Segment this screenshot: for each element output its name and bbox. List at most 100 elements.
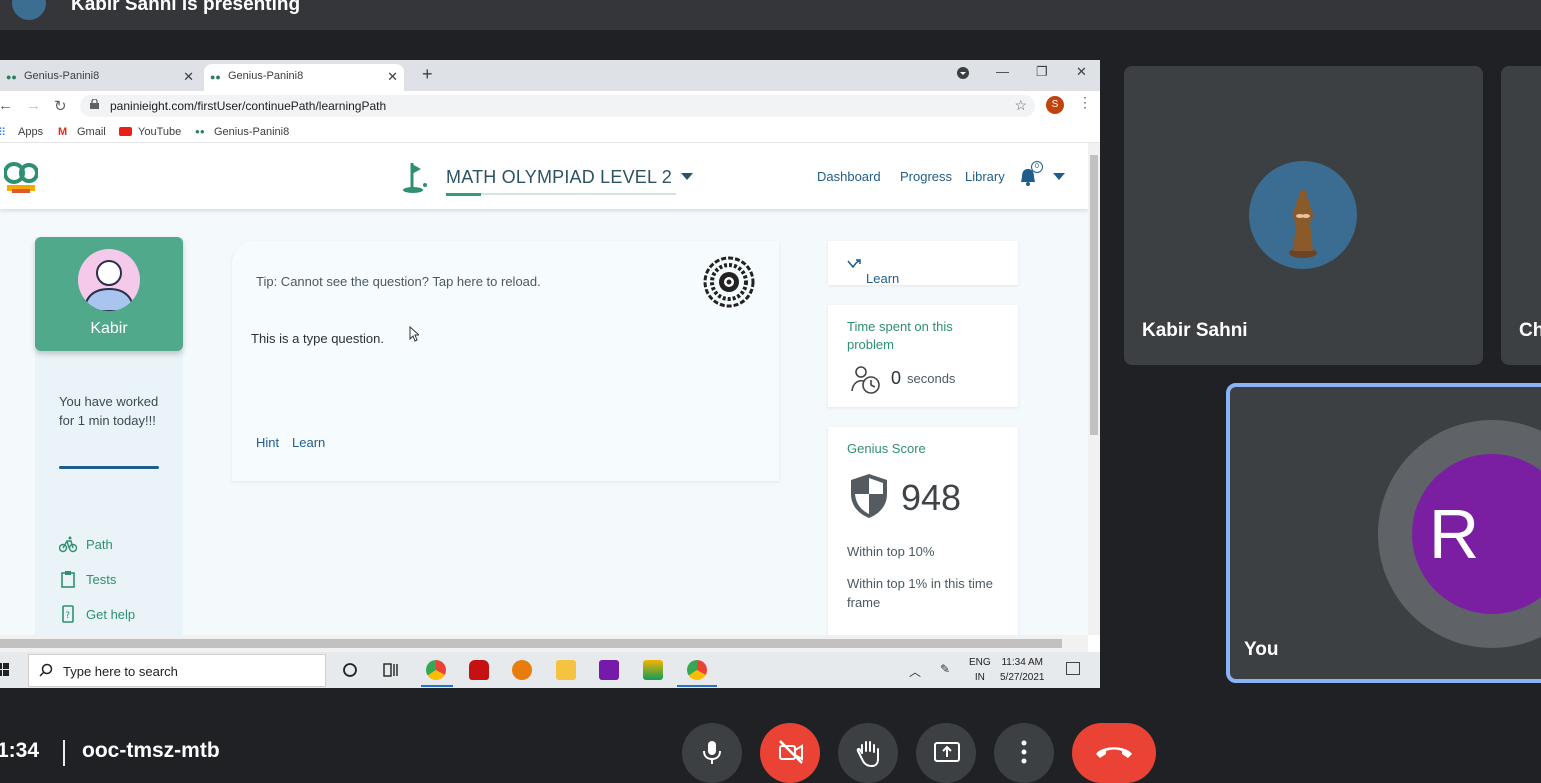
- nav-progress[interactable]: Progress: [900, 169, 952, 184]
- language-code: ENG: [969, 657, 991, 668]
- youtube-icon: [119, 127, 132, 136]
- notification-count-badge: 0: [1031, 161, 1043, 173]
- onenote-icon[interactable]: [599, 660, 619, 680]
- participant-tile-kabir[interactable]: Kabir Sahni: [1124, 66, 1483, 365]
- work-time-text: You have worked for 1 min today!!!: [59, 394, 159, 428]
- rank-overall: Within top 10%: [847, 544, 935, 559]
- notification-center-icon[interactable]: [1066, 662, 1080, 675]
- language-indicator[interactable]: ENG IN: [969, 655, 991, 685]
- question-text: This is a type question.: [251, 331, 384, 346]
- hint-link[interactable]: Hint: [256, 435, 279, 450]
- course-selector[interactable]: MATH OLYMPIAD LEVEL 2: [446, 167, 694, 188]
- file-explorer-icon[interactable]: [556, 660, 576, 680]
- tab-title: Genius-Panini8: [24, 70, 100, 82]
- active-app-indicator: [677, 685, 717, 687]
- new-tab-button[interactable]: +: [422, 64, 433, 85]
- tab-search-icon[interactable]: [956, 66, 970, 83]
- url-input[interactable]: paninieight.com/firstUser/continuePath/l…: [80, 95, 1035, 117]
- task-view-icon[interactable]: [381, 660, 401, 680]
- participant-tile-partial[interactable]: Ch: [1501, 66, 1541, 365]
- meeting-code: ooc-tmsz-mtb: [82, 739, 220, 762]
- more-options-button[interactable]: [994, 723, 1054, 783]
- user-profile-card[interactable]: Kabir: [35, 237, 183, 351]
- tray-expand-icon[interactable]: ︿: [909, 663, 921, 680]
- meeting-clock: 1:34: [0, 739, 40, 762]
- site-header: MATH OLYMPIAD LEVEL 2 Dashboard Progress…: [0, 143, 1088, 209]
- vertical-scrollbar[interactable]: [1088, 143, 1100, 635]
- chrome-icon[interactable]: [426, 660, 446, 680]
- browser-tab-strip: ●● Genius-Panini8 ✕ ●● Genius-Panini8 ✕ …: [0, 60, 1100, 91]
- restore-icon[interactable]: ❐: [1036, 64, 1048, 80]
- microphone-button[interactable]: [682, 723, 742, 783]
- close-tab-icon[interactable]: ✕: [387, 69, 398, 85]
- bookmark-apps[interactable]: Apps: [18, 126, 43, 138]
- participant-name: You: [1244, 639, 1279, 660]
- search-placeholder: Type here to search: [63, 664, 178, 679]
- horizontal-scrollbar[interactable]: [0, 635, 1088, 652]
- sidebar-item-label: Get help: [86, 607, 136, 622]
- minimize-icon[interactable]: —: [996, 64, 1009, 79]
- forward-icon[interactable]: →: [26, 97, 41, 114]
- scroll-thumb[interactable]: [1090, 155, 1098, 435]
- site-favicon-icon: ●●: [6, 72, 17, 82]
- leave-call-button[interactable]: [1072, 723, 1156, 783]
- browser-tab-active[interactable]: ●● Genius-Panini8 ✕: [204, 64, 404, 91]
- time-spent-title: Time spent on this problem: [847, 319, 953, 352]
- reload-icon[interactable]: ↻: [54, 97, 67, 115]
- rank-timeframe: Within top 1% in this time frame: [847, 576, 993, 610]
- bookmark-star-icon[interactable]: ☆: [1014, 97, 1027, 114]
- present-screen-button[interactable]: [916, 723, 976, 783]
- svg-text:?: ?: [65, 611, 70, 621]
- site-favicon-icon: ●●: [210, 72, 221, 82]
- nav-dashboard[interactable]: Dashboard: [817, 169, 881, 184]
- cortana-icon[interactable]: [340, 660, 360, 680]
- browser-tab[interactable]: ●● Genius-Panini8 ✕: [0, 64, 200, 91]
- chrome-profile-icon[interactable]: [687, 660, 707, 680]
- presenter-avatar: [12, 0, 46, 20]
- user-silhouette-icon: [82, 260, 136, 311]
- trend-arrow-icon: [847, 259, 861, 269]
- mandala-icon: [703, 256, 755, 308]
- course-progress-fill: [446, 193, 481, 196]
- browser-menu-icon[interactable]: ⋮: [1078, 94, 1092, 111]
- bookmark-youtube[interactable]: YouTube: [138, 126, 181, 138]
- among-us-icon[interactable]: [469, 660, 489, 680]
- participant-avatar: [1249, 161, 1357, 269]
- golf-flag-icon: [403, 163, 427, 193]
- participant-tile-you[interactable]: R You: [1226, 383, 1541, 683]
- close-tab-icon[interactable]: ✕: [183, 69, 194, 85]
- more-vertical-icon: [1021, 740, 1027, 764]
- blender-icon[interactable]: [512, 660, 532, 680]
- work-progress-bar: [59, 466, 159, 469]
- raise-hand-button[interactable]: [838, 723, 898, 783]
- camera-button[interactable]: [760, 723, 820, 783]
- nav-library[interactable]: Library: [965, 169, 1005, 184]
- chevron-down-icon: [681, 173, 694, 180]
- back-icon[interactable]: ←: [0, 97, 13, 114]
- user-menu-chevron-icon[interactable]: [1053, 173, 1065, 180]
- bookmarks-bar: ⠿ Apps M Gmail YouTube ●● Genius-Panini8: [0, 121, 1100, 143]
- taskbar-search-input[interactable]: Type here to search: [28, 654, 326, 687]
- learn-link[interactable]: Learn: [292, 435, 325, 450]
- bookmark-genius-panini8[interactable]: Genius-Panini8: [214, 126, 289, 138]
- close-window-icon[interactable]: ✕: [1076, 64, 1087, 80]
- help-icon: ?: [62, 605, 74, 623]
- active-app-indicator: [421, 685, 453, 687]
- time-spent-unit: seconds: [907, 371, 956, 386]
- learn-card[interactable]: Learn: [828, 241, 1018, 286]
- windows-start-icon[interactable]: [0, 663, 10, 677]
- genius-logo[interactable]: [4, 159, 38, 197]
- scroll-thumb[interactable]: [0, 639, 1062, 648]
- present-screen-icon: [934, 742, 960, 762]
- address-bar: ← → ↻ paninieight.com/firstUser/continue…: [0, 91, 1100, 121]
- chess-bishop-icon: [1289, 190, 1317, 258]
- bluestacks-icon[interactable]: [643, 660, 663, 680]
- reload-tip[interactable]: Tip: Cannot see the question? Tap here t…: [256, 274, 541, 289]
- browser-profile-avatar[interactable]: S: [1046, 96, 1064, 114]
- camera-off-icon: [779, 740, 803, 764]
- bookmark-gmail[interactable]: Gmail: [77, 126, 106, 138]
- taskbar-clock[interactable]: 11:34 AM 5/27/2021: [1000, 655, 1045, 685]
- pen-icon[interactable]: ✎: [940, 662, 950, 676]
- presenter-status: Kabir Sahni is presenting: [71, 0, 301, 15]
- raise-hand-icon: [856, 741, 879, 767]
